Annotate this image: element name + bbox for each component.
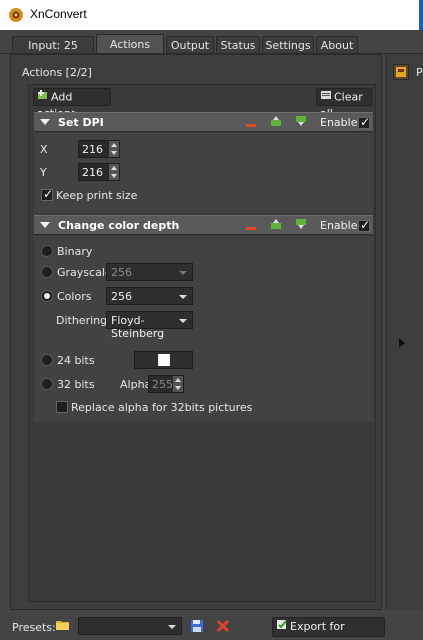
tab-status[interactable]: Status	[216, 36, 260, 54]
color-depth-header[interactable]: Change color depth Enabled	[34, 215, 373, 235]
preview-label: Pr	[416, 66, 423, 79]
grayscale-select[interactable]: 256	[106, 263, 193, 281]
folder-icon[interactable]	[55, 618, 71, 634]
xnconvert-logo-icon	[8, 7, 24, 23]
save-preset-icon[interactable]	[190, 619, 204, 633]
spin-down-icon	[175, 386, 181, 390]
remove-icon[interactable]	[246, 118, 260, 130]
background-color-button[interactable]	[134, 351, 193, 369]
collapse-arrow-icon[interactable]	[40, 119, 50, 125]
binary-radio[interactable]	[41, 245, 53, 257]
title-bar: XnConvert	[0, 0, 423, 30]
move-up-icon[interactable]	[270, 218, 284, 230]
clear-all-button[interactable]: Clear all	[316, 88, 372, 120]
move-down-icon[interactable]	[295, 115, 309, 127]
clear-all-icon	[320, 89, 332, 106]
move-down-icon[interactable]	[295, 218, 309, 230]
chevron-down-icon	[179, 271, 187, 275]
spin-down-icon	[111, 151, 117, 155]
replace-alpha-label: Replace alpha for 32bits pictures	[71, 401, 253, 414]
chevron-down-icon	[179, 295, 187, 299]
colors-select[interactable]: 256	[106, 287, 193, 305]
colors-label: Colors	[57, 290, 92, 303]
chevron-down-icon	[179, 319, 187, 323]
dpi-x-label: X	[40, 143, 48, 156]
spin-down-icon	[111, 174, 117, 178]
bits32-radio[interactable]	[41, 378, 53, 390]
tab-actions[interactable]: Actions [2/2]	[96, 34, 164, 70]
add-action-icon	[37, 89, 49, 106]
colors-radio[interactable]	[41, 290, 53, 302]
spin-up-icon	[175, 378, 181, 382]
color-depth-title: Change color depth	[58, 219, 180, 232]
set-dpi-header[interactable]: Set DPI Enabled	[34, 112, 373, 132]
dithering-label: Dithering	[56, 314, 108, 327]
tab-output[interactable]: Output	[166, 36, 214, 54]
presets-select[interactable]	[78, 617, 182, 635]
preview-panel: Pr	[386, 54, 423, 610]
keep-print-size-label: Keep print size	[56, 189, 138, 202]
grayscale-radio[interactable]	[41, 266, 53, 278]
spin-up-icon	[111, 166, 117, 170]
dpi-x-spinbox[interactable]: 216	[78, 140, 120, 158]
binary-label: Binary	[57, 245, 93, 258]
alpha-label: Alpha	[120, 378, 152, 391]
remove-icon[interactable]	[246, 221, 260, 233]
add-action-button[interactable]: Add action>	[33, 88, 111, 120]
collapse-arrow-icon[interactable]	[40, 222, 50, 228]
color-depth-body	[34, 236, 373, 422]
tab-input[interactable]: Input: 25 file(s)	[12, 36, 94, 69]
set-dpi-enabled-checkbox[interactable]	[358, 115, 370, 129]
dpi-y-label: Y	[40, 166, 47, 179]
dithering-select[interactable]: Floyd-Steinberg	[106, 311, 193, 340]
bits24-radio[interactable]	[41, 354, 53, 366]
window-edge	[419, 0, 423, 30]
window-title: XnConvert	[30, 7, 87, 21]
export-icon	[276, 618, 288, 636]
tab-settings[interactable]: Settings	[262, 36, 314, 54]
actions-panel-title: Actions [2/2]	[22, 66, 92, 79]
presets-label: Presets:	[12, 621, 56, 634]
export-nconvert-button[interactable]: Export for NConvert...	[272, 617, 385, 640]
expand-arrow-icon[interactable]	[399, 338, 405, 348]
preview-icon[interactable]	[393, 64, 409, 80]
spin-up-icon	[111, 143, 117, 147]
color-depth-enabled-checkbox[interactable]	[358, 218, 370, 232]
grayscale-label: Grayscale	[57, 266, 112, 279]
tab-about[interactable]: About	[316, 36, 358, 54]
color-swatch	[158, 354, 170, 366]
delete-preset-icon[interactable]	[216, 619, 230, 633]
bits32-label: 32 bits	[57, 378, 95, 391]
chevron-down-icon	[168, 625, 176, 629]
keep-print-size-checkbox[interactable]	[41, 187, 53, 201]
bits24-label: 24 bits	[57, 354, 95, 367]
move-up-icon[interactable]	[270, 115, 284, 127]
alpha-spinbox[interactable]: 255	[148, 375, 184, 393]
dpi-y-spinbox[interactable]: 216	[78, 163, 120, 181]
replace-alpha-checkbox[interactable]	[56, 401, 68, 413]
set-dpi-title: Set DPI	[58, 116, 104, 129]
